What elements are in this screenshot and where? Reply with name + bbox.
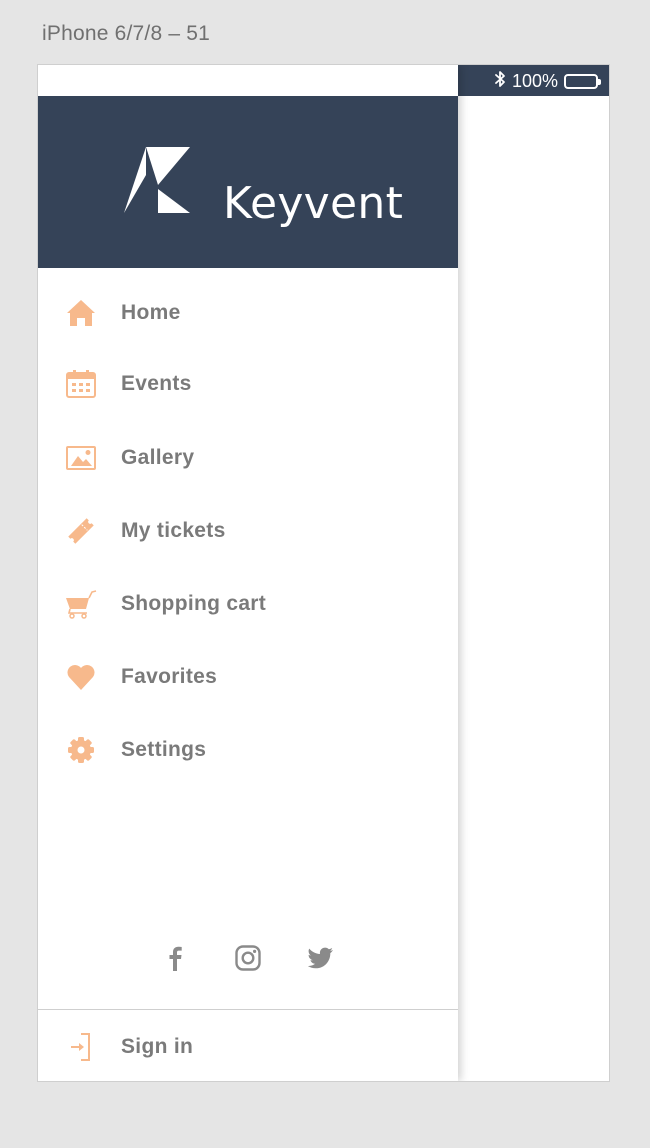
gear-icon bbox=[65, 734, 97, 766]
phone-screen: 9:41 AM 100% Keyvent bbox=[37, 64, 610, 1082]
brand-name: Keyvent bbox=[223, 178, 404, 229]
bluetooth-icon bbox=[494, 70, 506, 93]
menu-label-my-tickets: My tickets bbox=[121, 519, 226, 542]
instagram-icon[interactable] bbox=[233, 943, 263, 973]
ticket-icon bbox=[65, 515, 97, 547]
menu-item-favorites[interactable]: Favorites bbox=[38, 647, 458, 707]
status-right: 100% bbox=[494, 70, 601, 93]
facebook-icon[interactable] bbox=[160, 943, 190, 973]
calendar-icon bbox=[65, 368, 97, 400]
menu-label-home: Home bbox=[121, 301, 181, 324]
image-icon bbox=[65, 442, 97, 474]
twitter-icon[interactable] bbox=[306, 943, 336, 973]
menu-item-shopping-cart[interactable]: Shopping cart bbox=[38, 574, 458, 634]
sign-in-label: Sign in bbox=[121, 1035, 194, 1058]
cart-icon bbox=[65, 588, 97, 620]
menu-item-home[interactable]: Home bbox=[38, 283, 458, 343]
heart-icon bbox=[65, 661, 97, 693]
menu-item-gallery[interactable]: Gallery bbox=[38, 428, 458, 488]
menu-label-gallery: Gallery bbox=[121, 446, 195, 469]
footer-divider bbox=[38, 1009, 458, 1010]
menu-label-events: Events bbox=[121, 372, 192, 395]
battery-icon bbox=[564, 74, 601, 89]
sign-in-button[interactable]: Sign in bbox=[38, 1017, 458, 1077]
menu-label-favorites: Favorites bbox=[121, 665, 218, 688]
menu-item-settings[interactable]: Settings bbox=[38, 720, 458, 780]
home-icon bbox=[65, 297, 97, 329]
keyvent-logo-icon bbox=[124, 147, 192, 220]
navigation-drawer: Keyvent Home Events Gallery My tickets S… bbox=[38, 65, 458, 1081]
menu-label-settings: Settings bbox=[121, 738, 207, 761]
sign-in-icon bbox=[65, 1031, 97, 1063]
menu-label-shopping-cart: Shopping cart bbox=[121, 592, 267, 615]
menu-item-events[interactable]: Events bbox=[38, 354, 458, 414]
menu-item-my-tickets[interactable]: My tickets bbox=[38, 501, 458, 561]
battery-percent: 100% bbox=[511, 71, 558, 91]
artboard-label: iPhone 6/7/8 – 51 bbox=[42, 22, 211, 45]
drawer-header: Keyvent bbox=[38, 96, 458, 268]
social-links bbox=[38, 943, 458, 979]
